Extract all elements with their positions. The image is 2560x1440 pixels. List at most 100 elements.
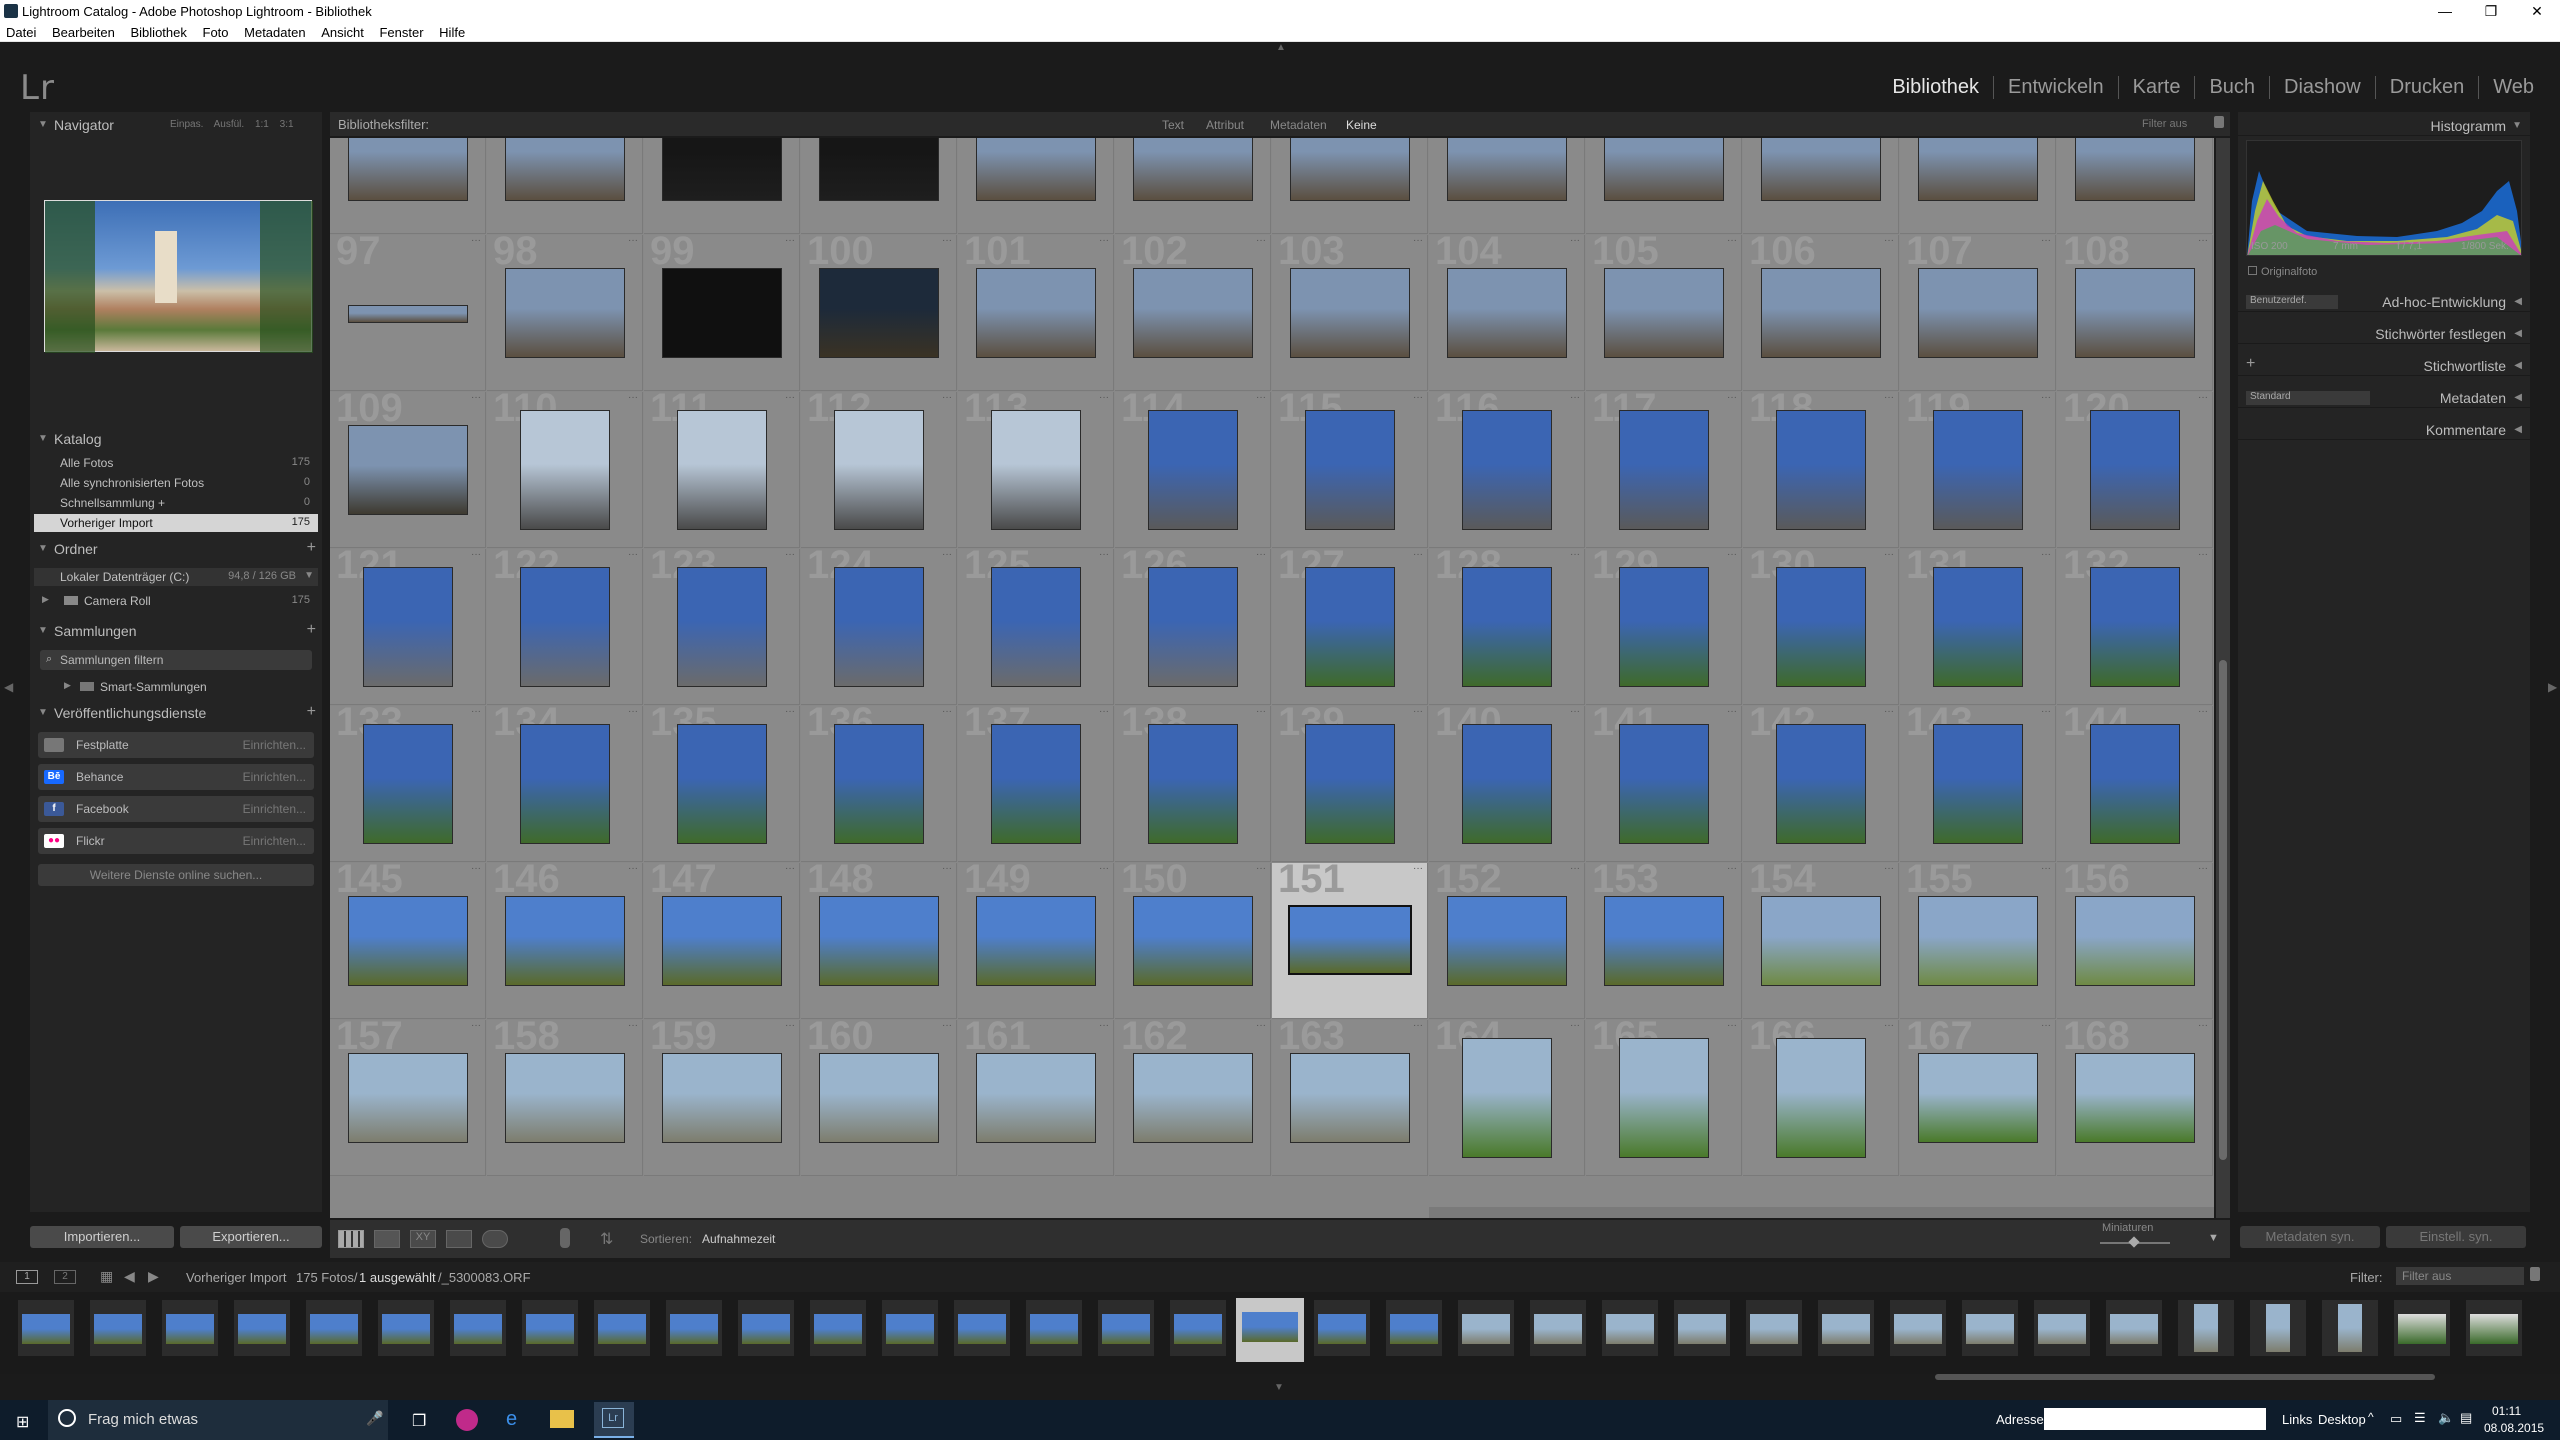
photo-thumbnail[interactable] (991, 567, 1081, 687)
filmstrip-thumbnail[interactable] (1236, 1298, 1304, 1362)
compare-view-icon[interactable]: XY (410, 1230, 436, 1248)
people-view-icon[interactable] (482, 1230, 508, 1248)
sync-metadata-button[interactable]: Metadaten syn. (2240, 1226, 2380, 1248)
filmstrip-thumbnail[interactable] (810, 1300, 866, 1356)
photo-thumbnail[interactable] (348, 1053, 468, 1143)
grid-cell[interactable]: 155 ··· (1900, 863, 2056, 1019)
comments-header[interactable]: Kommentare ◀ (2238, 418, 2530, 440)
photo-thumbnail[interactable] (1761, 268, 1881, 358)
filmstrip-thumbnail[interactable] (1458, 1300, 1514, 1356)
photo-thumbnail[interactable] (1776, 410, 1866, 530)
photo-thumbnail[interactable] (976, 1053, 1096, 1143)
photo-thumbnail[interactable] (1776, 567, 1866, 687)
grid-cell[interactable]: ··· (801, 138, 957, 234)
grid-cell[interactable]: 135··· (644, 706, 800, 862)
photo-thumbnail[interactable] (662, 268, 782, 358)
filmstrip-thumbnail[interactable] (1890, 1300, 1946, 1356)
photo-thumbnail[interactable] (2075, 896, 2195, 986)
collections-header[interactable]: ▼ Sammlungen + (30, 620, 322, 642)
painter-icon[interactable] (560, 1228, 570, 1248)
service-setup[interactable]: Einrichten... (243, 834, 306, 848)
grid-cell[interactable]: 140··· (1429, 706, 1585, 862)
grid-cell[interactable]: ··· (1429, 138, 1585, 234)
filmstrip-thumbnail[interactable] (1386, 1300, 1442, 1356)
photo-thumbnail[interactable] (1148, 410, 1238, 530)
grid-cell[interactable]: 128··· (1429, 549, 1585, 705)
photo-thumbnail[interactable] (2090, 410, 2180, 530)
photo-thumbnail[interactable] (1133, 1053, 1253, 1143)
photo-thumbnail[interactable] (834, 724, 924, 844)
task-view-icon[interactable]: ❐ (412, 1411, 426, 1431)
grid-cell[interactable]: 110··· (487, 392, 643, 548)
grid-cell[interactable]: 132··· (2057, 549, 2213, 705)
photo-thumbnail[interactable] (1918, 1053, 2038, 1143)
photo-thumbnail[interactable] (505, 268, 625, 358)
photo-thumbnail[interactable] (1619, 410, 1709, 530)
filter-tab-text[interactable]: Text (1162, 118, 1184, 132)
grid-cell[interactable]: 97 ··· (330, 235, 486, 391)
filmstrip-source[interactable]: Vorheriger Import (186, 1270, 286, 1285)
filter-tab-attribute[interactable]: Attribut (1206, 118, 1244, 132)
metadata-header[interactable]: Standard Metadaten ◀ (2238, 386, 2530, 408)
service-facebook[interactable]: f Facebook Einrichten... (38, 796, 314, 822)
grid-cell[interactable]: 117··· (1586, 392, 1742, 548)
keywording-header[interactable]: Stichwörter festlegen ◀ (2238, 322, 2530, 344)
filmstrip-thumbnail[interactable] (2394, 1300, 2450, 1356)
grid-cell[interactable]: 138··· (1115, 706, 1271, 862)
photo-thumbnail[interactable] (976, 138, 1096, 201)
photo-thumbnail[interactable] (662, 896, 782, 986)
filter-tab-metadata[interactable]: Metadaten (1270, 118, 1327, 132)
quick-develop-header[interactable]: Benutzerdef. Ad-hoc-Entwicklung ◀ (2238, 290, 2530, 312)
grid-cell[interactable]: 168 ··· (2057, 1020, 2213, 1176)
grid-cell[interactable]: 151 ··· (1272, 863, 1428, 1019)
zoom-fill[interactable]: Ausfül. (214, 119, 245, 130)
photo-thumbnail[interactable] (1290, 1053, 1410, 1143)
photo-thumbnail[interactable] (662, 138, 782, 201)
service-flickr[interactable]: ●● Flickr Einrichten... (38, 828, 314, 854)
tray-overflow-icon[interactable]: ^ (2368, 1410, 2374, 1424)
grid-cell[interactable]: 111··· (644, 392, 800, 548)
thumbnail-size-handle[interactable] (2128, 1236, 2140, 1248)
menu-datei[interactable]: Datei (0, 22, 42, 40)
grid-cell[interactable]: 156 ··· (2057, 863, 2213, 1019)
photo-thumbnail[interactable] (1148, 724, 1238, 844)
grid-cell[interactable]: 112··· (801, 392, 957, 548)
filmstrip-thumbnail[interactable] (234, 1300, 290, 1356)
grid-cell[interactable]: 145 ··· (330, 863, 486, 1019)
grid-cell[interactable]: 118··· (1743, 392, 1899, 548)
filmstrip-thumbnail[interactable] (1962, 1300, 2018, 1356)
triangle-right-icon[interactable]: ▶ (42, 594, 49, 605)
photo-thumbnail[interactable] (819, 896, 939, 986)
grid-cell[interactable]: 134··· (487, 706, 643, 862)
close-button[interactable]: ✕ (2514, 0, 2560, 22)
grid-cell[interactable]: 120··· (2057, 392, 2213, 548)
volume-menu-icon[interactable]: ▼ (304, 570, 314, 581)
grid-cell[interactable]: 148 ··· (801, 863, 957, 1019)
filmstrip-thumbnail[interactable] (2466, 1300, 2522, 1356)
navigator-preview[interactable] (44, 200, 313, 353)
photo-thumbnail[interactable] (834, 410, 924, 530)
catalog-item-all[interactable]: Alle Fotos 175 (34, 454, 318, 472)
photo-thumbnail[interactable] (991, 410, 1081, 530)
grid-cell[interactable]: 127··· (1272, 549, 1428, 705)
catalog-item-previous-import[interactable]: Vorheriger Import 175 (34, 514, 318, 532)
service-setup[interactable]: Einrichten... (243, 738, 306, 752)
grid-cell[interactable]: ··· (330, 138, 486, 234)
filmstrip-thumbnail[interactable] (666, 1300, 722, 1356)
histogram-chart[interactable]: ISO 200 7 mm f / 7,1 1/800 Sek. (2246, 140, 2522, 256)
photo-thumbnail[interactable] (1133, 896, 1253, 986)
service-behance[interactable]: Bē Behance Einrichten... (38, 764, 314, 790)
publish-header[interactable]: ▼ Veröffentlichungsdienste + (30, 702, 322, 724)
catalog-item-synced[interactable]: Alle synchronisierten Fotos 0 (34, 474, 318, 492)
grid-cell[interactable]: 122··· (487, 549, 643, 705)
zoom-1-1[interactable]: 1:1 (255, 119, 269, 130)
clock-time[interactable]: 01:11 (2492, 1404, 2521, 1418)
filmstrip-thumbnail[interactable] (882, 1300, 938, 1356)
catalog-header[interactable]: ▼ Katalog (30, 428, 322, 450)
network-icon[interactable]: ☰ (2414, 1410, 2426, 1426)
photo-thumbnail[interactable] (1288, 905, 1412, 975)
photo-thumbnail[interactable] (677, 724, 767, 844)
grid-cell[interactable]: ··· (1115, 138, 1271, 234)
photo-thumbnail[interactable] (520, 724, 610, 844)
grid-cell[interactable]: 141··· (1586, 706, 1742, 862)
